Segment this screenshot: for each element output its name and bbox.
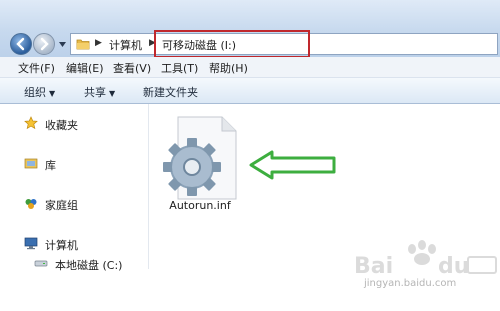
nav-label: 家庭组 (45, 199, 78, 212)
settings-file-icon[interactable] (160, 115, 240, 201)
folder-icon (76, 39, 90, 50)
share-label: 共享 (84, 86, 106, 99)
address-bar-region: ▶ 计算机 ▶ 可移动磁盘 (I:) (0, 0, 500, 58)
watermark-url: jingyan.baidu.com (364, 278, 457, 289)
star-icon (24, 116, 38, 130)
menu-view[interactable]: 查看(V) (113, 60, 151, 76)
command-bar: 组织 ▼ 共享 ▼ 新建文件夹 (0, 78, 500, 104)
homegroup-icon (25, 199, 37, 209)
nav-label: 本地磁盘 (C:) (55, 259, 123, 272)
svg-text:du: du (438, 254, 469, 279)
computer-icon (24, 237, 38, 250)
nav-label: 计算机 (45, 239, 78, 252)
breadcrumb-computer[interactable]: 计算机 (109, 37, 142, 53)
forward-button[interactable] (33, 33, 55, 55)
menu-help[interactable]: 帮助(H) (209, 60, 248, 76)
breadcrumb-highlight-box (154, 30, 310, 58)
breadcrumb-separator[interactable]: ▶ (95, 38, 102, 48)
annotation-arrow-icon (249, 150, 336, 180)
menu-bar: 文件(F) 编辑(E) 查看(V) 工具(T) 帮助(H) (0, 57, 500, 78)
arrow-right-icon (40, 37, 49, 51)
menu-tools[interactable]: 工具(T) (161, 60, 198, 76)
nav-label: 库 (45, 159, 56, 172)
organize-button[interactable]: 组织 ▼ (24, 84, 55, 100)
menu-file[interactable]: 文件(F) (18, 60, 55, 76)
menu-edit[interactable]: 编辑(E) (66, 60, 104, 76)
drive-icon (34, 260, 48, 267)
arrow-left-icon (16, 37, 25, 51)
new-folder-button[interactable]: 新建文件夹 (143, 84, 198, 100)
chevron-down-icon: ▼ (49, 89, 56, 98)
svg-text:Bai: Bai (354, 254, 393, 279)
chevron-down-icon: ▼ (109, 89, 116, 98)
library-icon (24, 158, 38, 169)
file-name-label[interactable]: Autorun.inf (150, 199, 250, 212)
nav-label: 收藏夹 (45, 119, 78, 132)
navigation-pane: 收藏夹 库 家庭组 计算机 本地磁盘 (C:) (0, 104, 149, 272)
organize-label: 组织 (24, 86, 46, 99)
recent-pages-dropdown[interactable] (58, 40, 67, 49)
back-button[interactable] (10, 33, 32, 55)
address-field[interactable]: ▶ 计算机 ▶ 可移动磁盘 (I:) (70, 30, 498, 58)
baidu-watermark-logo: Bai du (354, 240, 497, 279)
share-button[interactable]: 共享 ▼ (84, 84, 115, 100)
